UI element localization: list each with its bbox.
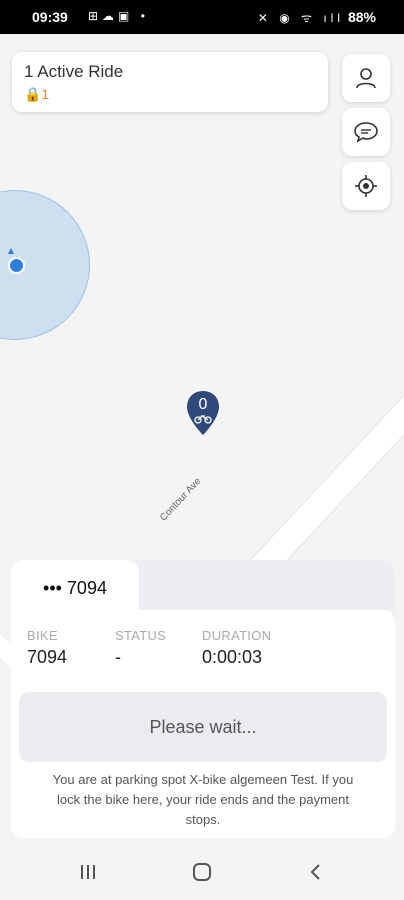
ride-details: BIKE 7094 STATUS - DURATION 0:00:03 Plea…	[11, 610, 395, 838]
active-ride-title: 1 Active Ride	[24, 62, 124, 81]
map-pin-icon: 0	[187, 391, 219, 435]
bike-label: BIKE	[27, 628, 58, 643]
bike-column: BIKE 7094	[27, 628, 67, 668]
status-column: STATUS -	[115, 628, 166, 668]
status-time: 09:39	[32, 9, 68, 25]
chat-icon	[354, 122, 378, 143]
duration-column: DURATION 0:00:03	[202, 628, 271, 668]
status-bar: 09:39 ⊞☁▣ • ✕ ◉ ᯤ ıll 88%	[0, 0, 404, 34]
bike-marker-count: 0	[199, 396, 208, 413]
locate-me-button[interactable]	[342, 162, 390, 210]
system-nav-bar	[0, 844, 404, 900]
recents-icon	[81, 865, 95, 879]
system-icons: ✕ ◉ ᯤ ıll	[257, 11, 344, 25]
back-icon	[310, 864, 320, 880]
user-location-dot	[8, 257, 25, 274]
street-label: Contour Ave	[158, 475, 204, 524]
home-icon	[193, 863, 211, 881]
status-value: -	[115, 647, 121, 667]
ride-bottom-sheet: ••• 7094 BIKE 7094 STATUS - DURATION 0:0…	[11, 560, 395, 838]
home-button[interactable]	[182, 858, 222, 886]
active-ride-card[interactable]: 1 Active Ride 🔒1	[12, 52, 328, 112]
duration-label: DURATION	[202, 628, 272, 643]
bike-value: 7094	[27, 647, 68, 667]
profile-icon	[356, 68, 376, 89]
chat-button[interactable]	[342, 108, 390, 156]
bike-marker[interactable]: 0	[185, 389, 221, 437]
duration-value: 0:00:03	[202, 647, 263, 667]
locate-icon	[355, 175, 377, 197]
heading-indicator	[8, 248, 14, 254]
recents-button[interactable]	[68, 858, 108, 886]
battery-level: 88%	[347, 9, 376, 25]
bike-tab[interactable]: ••• 7094	[11, 560, 139, 616]
back-button[interactable]	[296, 858, 336, 886]
lock-count: 🔒1	[24, 86, 50, 102]
profile-button[interactable]	[342, 54, 390, 102]
please-wait-button[interactable]: Please wait...	[19, 692, 387, 762]
notification-icons: ⊞☁▣ •	[88, 9, 149, 23]
parking-info-text: You are at parking spot X-bike algemeen …	[52, 772, 354, 827]
status-label: STATUS	[115, 628, 167, 643]
